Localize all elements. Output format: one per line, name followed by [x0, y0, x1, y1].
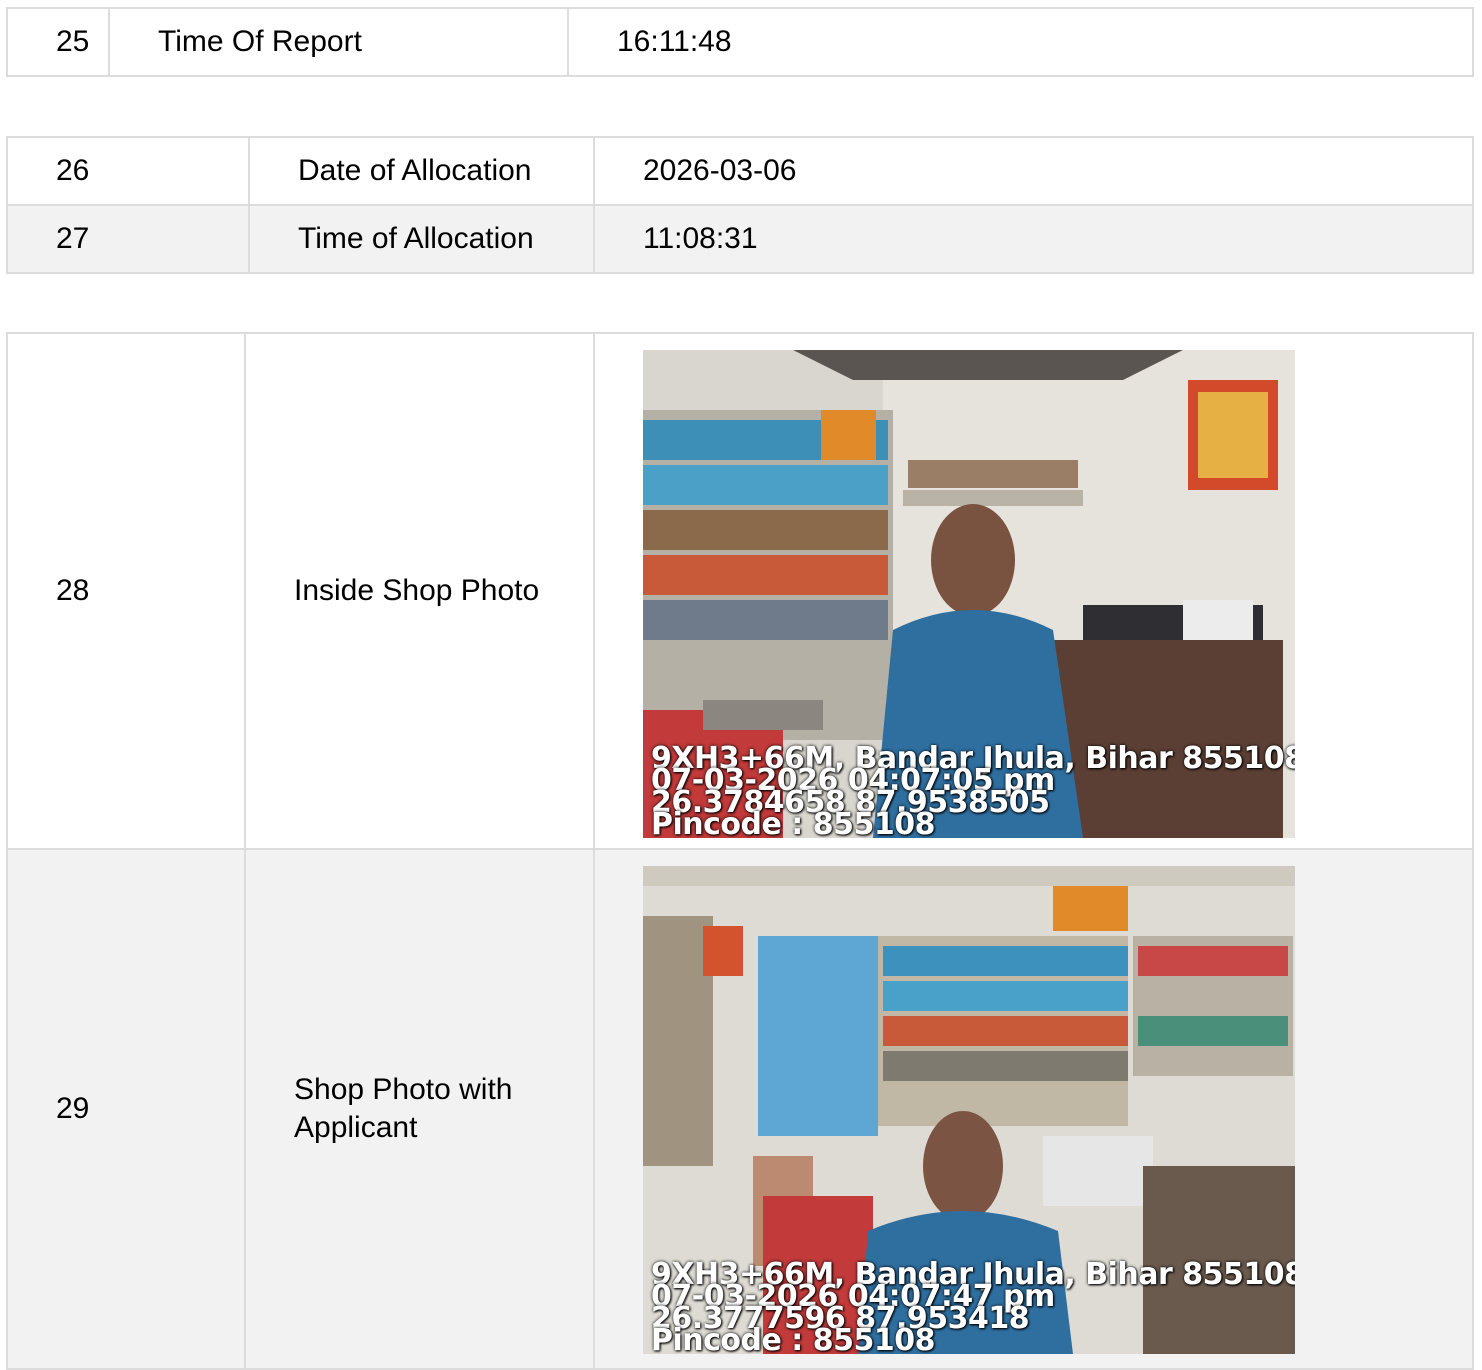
row-number: 26	[6, 136, 250, 206]
row-label: Date of Allocation	[248, 136, 595, 206]
table-row: 25 Time Of Report 16:11:48	[6, 7, 1474, 77]
table-row: 27 Time of Allocation 11:08:31	[6, 204, 1474, 274]
row-value: 16:11:48	[567, 7, 1474, 77]
row-value: 2026-03-06	[593, 136, 1474, 206]
row-label: Shop Photo with Applicant	[244, 848, 595, 1370]
report-time-table: 25 Time Of Report 16:11:48	[6, 7, 1474, 77]
shop-photo-with-applicant[interactable]: 9XH3+66M, Bandar Jhula, Bihar 855108, In…	[643, 866, 1295, 1354]
row-number: 28	[6, 332, 246, 850]
table-row: 29 Shop Photo with Applicant 9XH3+66M, B…	[6, 848, 1474, 1370]
row-label: Time Of Report	[108, 7, 569, 77]
row-number: 27	[6, 204, 250, 274]
row-label: Time of Allocation	[248, 204, 595, 274]
photo-table: 28 Inside Shop Photo 9XH3+66M, Bandar Jh…	[6, 332, 1474, 1370]
allocation-table: 26 Date of Allocation 2026-03-06 27 Time…	[6, 136, 1474, 274]
row-value: 11:08:31	[593, 204, 1474, 274]
photo-cell: 9XH3+66M, Bandar Jhula, Bihar 855108, In…	[593, 332, 1474, 850]
inside-shop-photo[interactable]: 9XH3+66M, Bandar Jhula, Bihar 855108, In…	[643, 350, 1295, 838]
photo-cell: 9XH3+66M, Bandar Jhula, Bihar 855108, In…	[593, 848, 1474, 1370]
row-label: Inside Shop Photo	[244, 332, 595, 850]
row-number: 29	[6, 848, 246, 1370]
row-number: 25	[6, 7, 110, 77]
photo-geotag-stamp: 9XH3+66M, Bandar Jhula, Bihar 855108, In…	[651, 744, 1295, 839]
photo-geotag-stamp: 9XH3+66M, Bandar Jhula, Bihar 855108, In…	[651, 1260, 1295, 1355]
table-row: 28 Inside Shop Photo 9XH3+66M, Bandar Jh…	[6, 332, 1474, 850]
table-row: 26 Date of Allocation 2026-03-06	[6, 136, 1474, 206]
